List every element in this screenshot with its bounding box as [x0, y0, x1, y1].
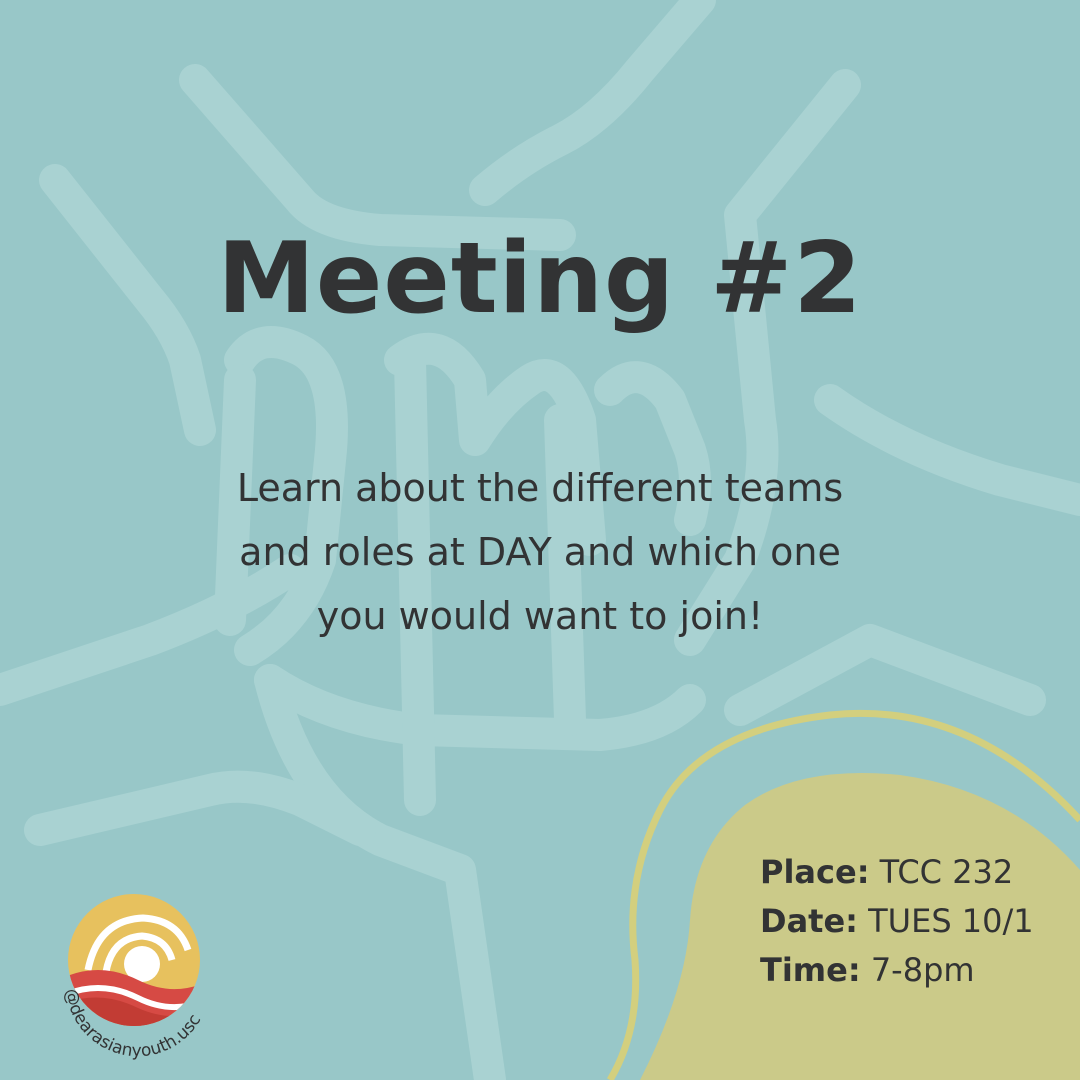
- dear-asian-youth-logo: @dearasianyouth.usc: [61, 894, 205, 1061]
- description-line-1: Learn about the different teams: [236, 466, 844, 510]
- place-value: TCC 232: [879, 853, 1014, 891]
- description-line-2: and roles at DAY and which one: [239, 530, 841, 574]
- place-label: Place:: [760, 853, 870, 891]
- time-label: Time:: [760, 951, 861, 989]
- date-row: Date: TUES 10/1: [760, 897, 1034, 946]
- description-line-3: you would want to join!: [316, 594, 764, 638]
- description: Learn about the different teams and role…: [190, 456, 890, 648]
- time-row: Time: 7-8pm: [760, 946, 1034, 995]
- time-value: 7-8pm: [870, 951, 975, 989]
- date-value: TUES 10/1: [868, 902, 1034, 940]
- place-row: Place: TCC 232: [760, 848, 1034, 897]
- meeting-details: Place: TCC 232 Date: TUES 10/1 Time: 7-8…: [760, 848, 1034, 995]
- poster-canvas: Meeting #2 Learn about the different tea…: [0, 0, 1080, 1080]
- page-title: Meeting #2: [217, 222, 863, 336]
- date-label: Date:: [760, 902, 858, 940]
